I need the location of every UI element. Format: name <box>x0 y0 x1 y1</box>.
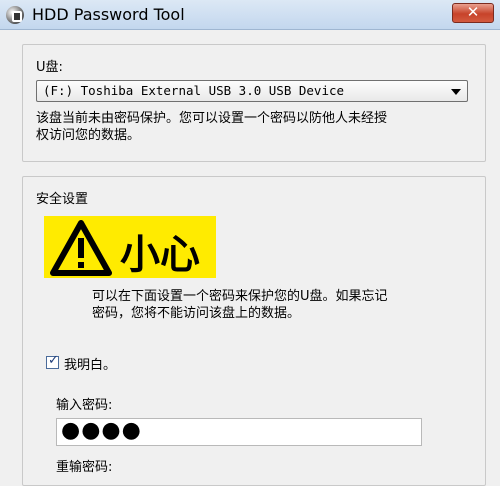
close-icon: ✕ <box>466 3 480 21</box>
password-value: ●●●● <box>61 418 142 443</box>
drive-select[interactable]: (F:) Toshiba External USB 3.0 USB Device <box>36 80 468 102</box>
close-button[interactable]: ✕ <box>452 3 494 23</box>
warning-text-line2: 密码，您将不能访问该盘上的数据。 <box>92 306 301 321</box>
drive-groupbox <box>22 44 486 162</box>
chevron-down-icon[interactable] <box>451 89 461 95</box>
password-input[interactable]: ●●●● <box>56 418 422 446</box>
security-label: 安全设置 <box>36 192 89 207</box>
lock-disk-app-icon <box>6 6 24 24</box>
warning-triangle-icon <box>50 220 112 276</box>
understand-label[interactable]: 我明白。 <box>64 354 116 373</box>
title-bar: HDD Password Tool ✕ <box>0 0 500 30</box>
confirm-password-label: 重输密码: <box>56 460 113 475</box>
drive-description-line2: 权访问您的数据。 <box>36 128 141 143</box>
enter-password-label: 输入密码: <box>56 398 113 413</box>
warning-banner: 小心 <box>44 216 216 278</box>
checkmark-icon: ✓ <box>48 353 59 368</box>
understand-checkbox[interactable]: ✓ <box>46 353 59 369</box>
selected-drive: (F:) Toshiba External USB 3.0 USB Device <box>43 83 345 98</box>
warning-text-line1: 可以在下面设置一个密码来保护您的U盘。如果忘记 <box>92 289 388 304</box>
drive-label: U盘: <box>36 60 63 75</box>
window-title: HDD Password Tool <box>32 5 185 24</box>
warning-title: 小心 <box>120 232 200 278</box>
drive-description-line1: 该盘当前未由密码保护。您可以设置一个密码以防他人未经授 <box>36 111 388 126</box>
